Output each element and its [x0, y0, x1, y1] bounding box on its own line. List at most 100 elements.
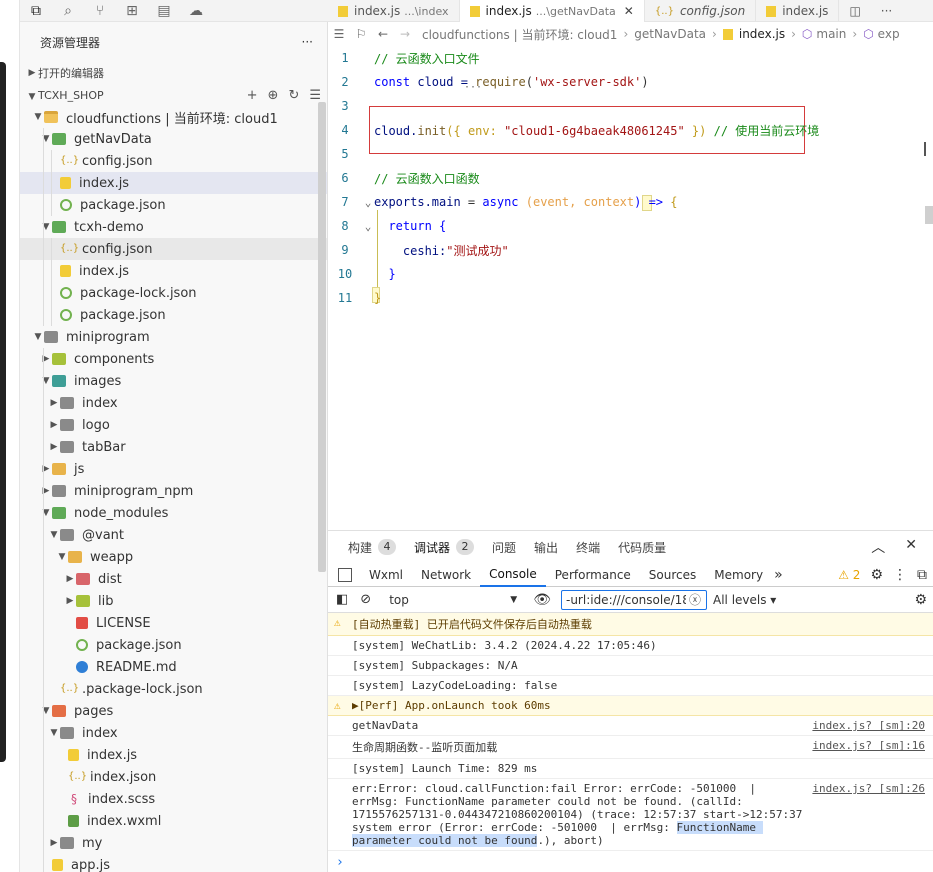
docker-icon[interactable]: ☁	[180, 0, 212, 22]
more-actions-icon[interactable]: ···	[302, 35, 313, 49]
split-editor-icon[interactable]: ◫	[839, 0, 870, 22]
extensions-icon[interactable]: ⊞	[116, 0, 148, 22]
project-section[interactable]: ▼ TCXH_SHOP + ⊕ ↻ ☰	[20, 84, 327, 106]
close-icon[interactable]: ✕	[624, 4, 634, 18]
back-arrow-icon[interactable]: ←	[372, 27, 394, 41]
tree-folder[interactable]: ▼ miniprogram	[20, 326, 327, 348]
console-prompt[interactable]: ›	[328, 851, 933, 872]
tab-index-js[interactable]: index.js	[756, 0, 840, 22]
tree-file[interactable]: LICENSE	[20, 612, 327, 634]
source-control-icon[interactable]: ⑂	[84, 0, 116, 22]
sidebar-toggle-icon[interactable]: ◧	[336, 592, 348, 607]
gear-icon[interactable]: ⚙	[870, 567, 883, 583]
tab-performance[interactable]: Performance	[546, 563, 640, 587]
tree-folder[interactable]: ▶ my	[20, 832, 327, 854]
tree-file[interactable]: package.json	[20, 194, 327, 216]
source-link[interactable]: index.js? [sm]:20	[812, 719, 925, 732]
crumb-folder[interactable]: getNavData	[634, 27, 706, 41]
tree-folder[interactable]: ▶ logo	[20, 414, 327, 436]
tab-network[interactable]: Network	[412, 563, 480, 587]
tree-folder[interactable]: ▼ weapp	[20, 546, 327, 568]
clear-filter-icon[interactable]: ⓧ	[689, 591, 701, 608]
collapse-all-icon[interactable]: ☰	[309, 88, 321, 103]
forward-arrow-icon[interactable]: →	[394, 27, 416, 41]
tree-folder[interactable]: ▼ @vant	[20, 524, 327, 546]
editor-scrollbar[interactable]	[925, 206, 933, 224]
dock-icon[interactable]: ⧉	[917, 567, 927, 583]
tree-folder[interactable]: ▶ components	[20, 348, 327, 370]
tree-folder[interactable]: ▼ cloudfunctions | 当前环境: cloud1	[20, 106, 327, 128]
tree-folder[interactable]: ▶ index	[20, 392, 327, 414]
tree-folder[interactable]: ▼ node_modules	[20, 502, 327, 524]
filter-input[interactable]	[560, 589, 707, 610]
tab-terminal[interactable]: 终端	[576, 539, 600, 556]
tab-index-js-index[interactable]: index.js ...\index	[328, 0, 460, 22]
tree-folder[interactable]: ▶ dist	[20, 568, 327, 590]
more-tabs-icon[interactable]: »	[774, 567, 783, 583]
open-editors-section[interactable]: ▶ 打开的编辑器	[20, 62, 327, 84]
fold-chevron-icon[interactable]: ⌄	[362, 196, 374, 209]
list-icon[interactable]: ☰	[328, 27, 350, 41]
tab-code-quality[interactable]: 代码质量	[618, 539, 666, 556]
collapse-panel-icon[interactable]: ︿	[871, 537, 885, 557]
tree-folder[interactable]: ▶ lib	[20, 590, 327, 612]
tree-folder[interactable]: ▼ index	[20, 722, 327, 744]
new-folder-icon[interactable]: ⊕	[268, 88, 279, 103]
explorer-scrollbar[interactable]	[318, 102, 326, 572]
tree-file[interactable]: app.js	[20, 854, 327, 872]
tab-build[interactable]: 构建 4	[348, 539, 397, 556]
tab-memory[interactable]: Memory	[705, 563, 772, 587]
new-file-icon[interactable]: +	[247, 88, 258, 103]
log-levels-dropdown[interactable]: All levels ▾	[713, 593, 776, 607]
tree-file[interactable]: index.js	[20, 172, 327, 194]
tree-folder[interactable]: ▶ miniprogram_npm	[20, 480, 327, 502]
tab-sources[interactable]: Sources	[640, 563, 705, 587]
tree-file[interactable]: README.md	[20, 656, 327, 678]
crumb-file[interactable]: index.js	[739, 27, 785, 41]
tree-file[interactable]: {..} config.json	[20, 150, 327, 172]
tree-file[interactable]: package-lock.json	[20, 282, 327, 304]
tab-output[interactable]: 输出	[534, 539, 558, 556]
tree-file[interactable]: § index.scss	[20, 788, 327, 810]
tree-folder[interactable]: ▼ images	[20, 370, 327, 392]
tab-wxml[interactable]: Wxml	[360, 563, 412, 587]
tree-file[interactable]: index.wxml	[20, 810, 327, 832]
gear-icon[interactable]: ⚙	[914, 592, 927, 608]
tree-folder[interactable]: ▼ pages	[20, 700, 327, 722]
more-icon[interactable]: ···	[871, 0, 902, 22]
tree-folder[interactable]: ▼ tcxh-demo	[20, 216, 327, 238]
explorer-icon[interactable]: ⧉	[20, 0, 52, 22]
refresh-icon[interactable]: ↻	[288, 88, 299, 103]
tree-folder[interactable]: ▶ tabBar	[20, 436, 327, 458]
debug-icon[interactable]: ▤	[148, 0, 180, 22]
search-icon[interactable]: ⌕	[52, 0, 84, 22]
close-panel-icon[interactable]: ✕	[905, 537, 917, 557]
source-link[interactable]: index.js? [sm]:26	[812, 782, 925, 795]
clear-console-icon[interactable]: ⊘	[360, 592, 371, 607]
tree-file[interactable]: {..} index.json	[20, 766, 327, 788]
source-link[interactable]: index.js? [sm]:16	[812, 739, 925, 752]
tree-file[interactable]: {..} config.json	[20, 238, 327, 260]
tab-debugger[interactable]: 调试器 2	[414, 539, 475, 556]
crumb-folder[interactable]: cloudfunctions | 当前环境: cloud1	[422, 26, 617, 43]
more-vertical-icon[interactable]: ⋮	[893, 567, 907, 583]
tree-file[interactable]: package.json	[20, 634, 327, 656]
console-message-warning[interactable]: ⚠ ▶[Perf] App.onLaunch took 60ms	[328, 696, 933, 716]
fold-chevron-icon[interactable]: ⌄	[362, 220, 374, 233]
bookmark-icon[interactable]: ⚐	[350, 27, 372, 41]
tree-file[interactable]: index.js	[20, 260, 327, 282]
crumb-symbol[interactable]: main	[816, 27, 846, 41]
tab-console[interactable]: Console	[480, 563, 546, 587]
context-selector[interactable]: top ▼	[383, 590, 523, 610]
tree-file[interactable]: index.js	[20, 744, 327, 766]
tree-file[interactable]: package.json	[20, 304, 327, 326]
eye-icon[interactable]: 👁	[533, 592, 551, 608]
crumb-symbol[interactable]: exp	[878, 27, 900, 41]
tab-problems[interactable]: 问题	[492, 539, 516, 556]
tree-folder[interactable]: ▶ js	[20, 458, 327, 480]
code-editor[interactable]: 1// 云函数入口文件 2 const cloud = require('wx-s…	[328, 46, 933, 530]
warning-count-badge[interactable]: ⚠ 2	[838, 568, 860, 582]
tab-index-js-getnavdata[interactable]: index.js ...\getNavData ✕	[459, 0, 645, 22]
tab-config-json[interactable]: {..} config.json	[645, 0, 757, 22]
tree-file[interactable]: {..} .package-lock.json	[20, 678, 327, 700]
